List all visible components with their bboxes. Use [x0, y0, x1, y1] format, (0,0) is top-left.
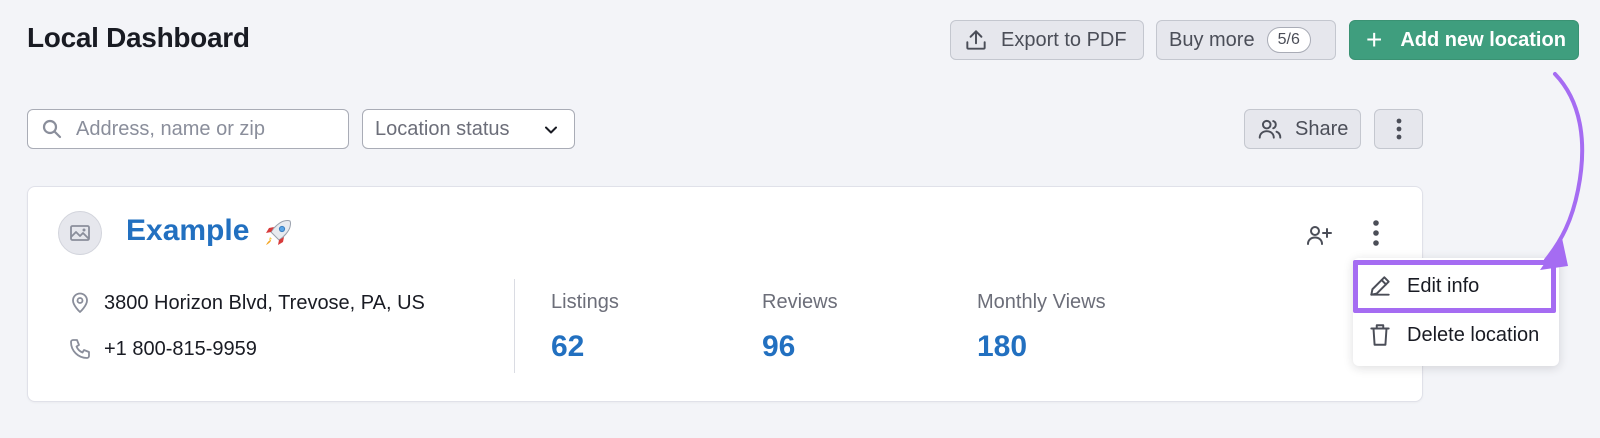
location-status-label: Location status [375, 117, 510, 140]
map-pin-icon [72, 292, 88, 313]
menu-item-label: Delete location [1407, 323, 1540, 346]
trash-icon [1370, 324, 1390, 346]
stat-value[interactable]: 96 [762, 330, 838, 364]
phone-text: +1 800-815-9959 [104, 337, 257, 360]
export-pdf-button[interactable]: Export to PDF [950, 20, 1144, 60]
plus-icon: + [1366, 24, 1383, 55]
stat-value[interactable]: 62 [551, 330, 619, 364]
add-new-location-label: Add new location [1400, 28, 1566, 51]
stat-label: Reviews [762, 291, 838, 313]
upload-icon [966, 30, 986, 50]
location-avatar [58, 211, 102, 255]
location-card: Example 3800 Horizon Blvd, Trevose, PA, … [27, 186, 1423, 402]
location-name-link[interactable]: Example [126, 214, 249, 248]
menu-item-edit-info[interactable]: Edit info [1353, 263, 1559, 309]
add-new-location-button[interactable]: + Add new location [1349, 20, 1579, 60]
add-user-icon[interactable] [1306, 223, 1332, 247]
chevron-down-icon [545, 126, 557, 134]
listings-stat: Listings 62 [551, 291, 619, 364]
page-title: Local Dashboard [27, 22, 250, 53]
address-text: 3800 Horizon Blvd, Trevose, PA, US [104, 291, 425, 314]
search-icon [42, 119, 62, 139]
location-status-select[interactable]: Location status [362, 109, 575, 149]
reviews-stat: Reviews 96 [762, 291, 838, 364]
export-pdf-label: Export to PDF [1001, 28, 1127, 51]
users-icon [1258, 119, 1282, 139]
monthly-views-stat: Monthly Views 180 [977, 291, 1106, 364]
pencil-icon [1370, 276, 1390, 296]
more-vertical-icon [1396, 118, 1401, 140]
annotation-arrow [1540, 72, 1585, 270]
location-actions-menu: Edit info Delete location [1353, 258, 1559, 366]
card-more-vertical-icon[interactable] [1366, 217, 1386, 249]
menu-item-label: Edit info [1407, 274, 1480, 297]
buy-more-button[interactable]: Buy more 5/6 [1156, 20, 1336, 60]
divider [514, 279, 515, 373]
phone-row: +1 800-815-9959 [68, 337, 257, 361]
menu-item-delete-location[interactable]: Delete location [1353, 312, 1559, 358]
search-field[interactable] [27, 109, 349, 149]
search-input[interactable] [76, 117, 336, 141]
share-button[interactable]: Share [1244, 109, 1361, 149]
address-row: 3800 Horizon Blvd, Trevose, PA, US [68, 291, 425, 315]
location-count-badge: 5/6 [1266, 27, 1311, 53]
image-placeholder-icon [70, 225, 90, 241]
share-label: Share [1295, 117, 1349, 140]
stat-label: Listings [551, 291, 619, 313]
buy-more-label: Buy more [1169, 28, 1255, 51]
stat-label: Monthly Views [977, 291, 1106, 313]
more-options-button[interactable] [1374, 109, 1423, 149]
stat-value[interactable]: 180 [977, 330, 1106, 364]
local-dashboard-page: Local Dashboard Export to PDF Buy more 5… [0, 0, 1600, 438]
rocket-icon [266, 220, 291, 245]
phone-icon [70, 339, 90, 359]
